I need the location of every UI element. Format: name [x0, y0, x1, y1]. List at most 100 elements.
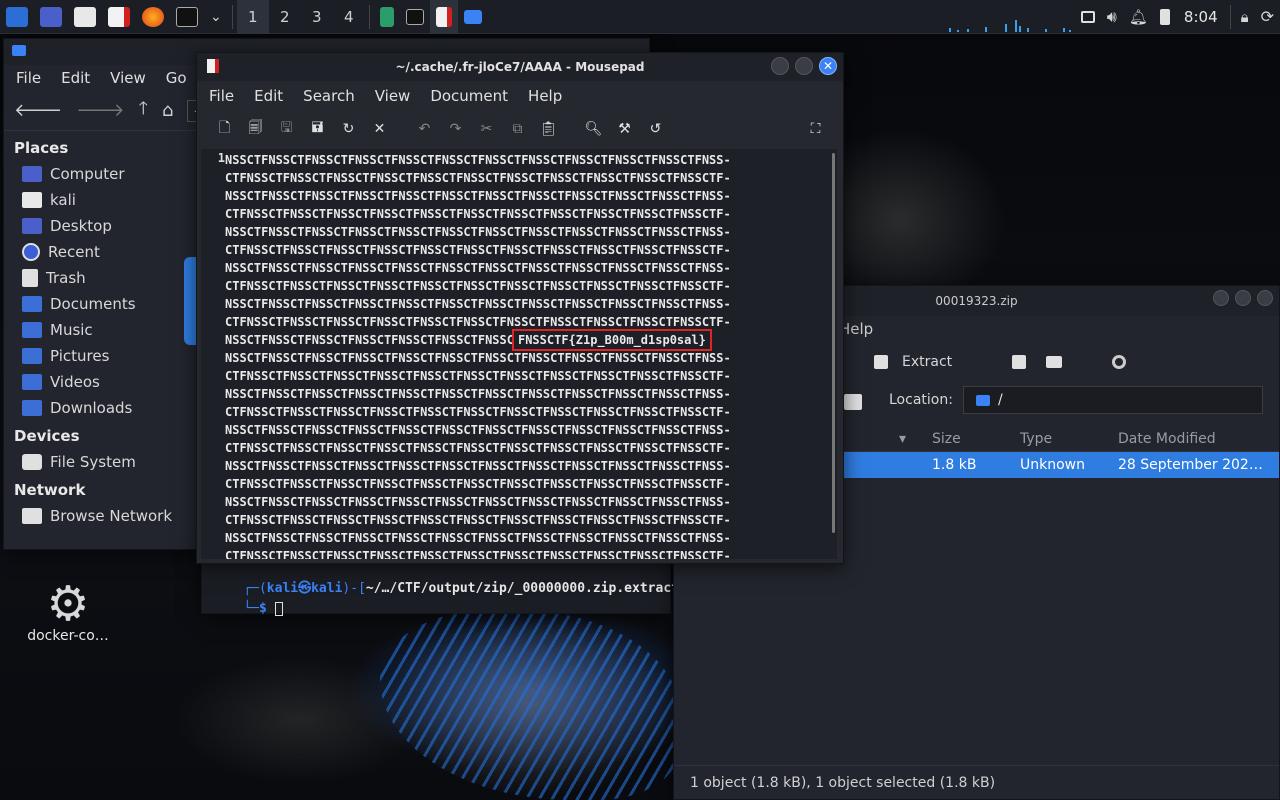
workspace-1[interactable]: 1: [236, 0, 269, 34]
close-document-icon[interactable]: ✕: [364, 115, 395, 143]
sidebar-item-desktop[interactable]: Desktop: [4, 213, 176, 239]
go-to-line-icon[interactable]: ↺: [640, 115, 671, 143]
desktop-icon-docker-compose[interactable]: ⚙ docker-co…: [18, 580, 118, 644]
column-date-modified[interactable]: Date Modified: [1116, 431, 1216, 447]
fullscreen-icon[interactable]: ⛶: [800, 115, 831, 143]
folder-icon: [844, 394, 862, 410]
sidebar-item-downloads[interactable]: Downloads: [4, 395, 176, 421]
task-files[interactable]: [458, 0, 488, 34]
sidebar-item-label: Browse Network: [50, 507, 173, 525]
folder-icon: [975, 394, 990, 406]
flag-highlight: FNSSCTF{Z1p_B00m_d1sp0sal}: [511, 329, 712, 351]
home-icon[interactable]: ⌂: [162, 100, 173, 121]
menu-search[interactable]: Search: [303, 87, 355, 105]
workspace-2[interactable]: 2: [269, 8, 301, 26]
save-as-icon[interactable]: 🖬: [302, 115, 333, 143]
desktop-icon: [40, 6, 62, 27]
battery-button[interactable]: [1154, 0, 1176, 34]
minimize-button[interactable]: [771, 57, 789, 75]
extract-button[interactable]: Extract: [874, 354, 952, 370]
new-document-icon[interactable]: 🗋: [209, 115, 240, 143]
location-field[interactable]: /: [962, 386, 1263, 414]
sidebar-item-browse-network[interactable]: Browse Network: [4, 503, 176, 529]
panel-clock[interactable]: 8:04: [1176, 8, 1226, 26]
workspace-4[interactable]: 4: [333, 8, 365, 26]
menu-document[interactable]: Document: [430, 87, 508, 105]
text-editor-area[interactable]: 1 NSSCTFNSSCTFNSSCTFNSSCTFNSSCTFNSSCTFNS…: [201, 149, 837, 559]
lock-screen-button[interactable]: 🔒︎: [1235, 0, 1255, 34]
menu-view[interactable]: View: [110, 69, 146, 87]
sidebar-item-file-system[interactable]: File System: [4, 449, 176, 475]
column-type[interactable]: Type: [1016, 431, 1116, 447]
sidebar-item-trash[interactable]: Trash: [4, 265, 176, 291]
sidebar-item-computer[interactable]: Computer: [4, 161, 176, 187]
copy-icon[interactable]: ⧉: [502, 115, 533, 143]
close-button[interactable]: ✕: [819, 57, 837, 75]
sidebar-item-music[interactable]: Music: [4, 317, 176, 343]
terminal-cursor: [274, 601, 283, 616]
sidebar-item-pictures[interactable]: Pictures: [4, 343, 176, 369]
new-window-icon[interactable]: 🗐: [240, 115, 271, 143]
save-icon[interactable]: 🖫: [271, 115, 302, 143]
add-file-icon[interactable]: [1012, 355, 1027, 369]
task-mousepad[interactable]: [429, 0, 458, 34]
maximize-button[interactable]: [795, 57, 813, 75]
editor-launcher[interactable]: [102, 0, 136, 34]
add-folder-icon[interactable]: [1046, 356, 1063, 368]
firefox-icon: [142, 6, 164, 27]
vertical-scrollbar[interactable]: [832, 153, 835, 533]
menu-view[interactable]: View: [375, 87, 411, 105]
launcher-dropdown[interactable]: ⌄: [204, 0, 228, 34]
toolbar-spacer: [395, 115, 409, 143]
search-icon[interactable]: 🔍︎: [578, 115, 609, 143]
kali-menu-button[interactable]: [0, 0, 34, 34]
undo-icon[interactable]: ↶: [409, 115, 440, 143]
notification-bell-button[interactable]: 🔔︎: [1123, 0, 1154, 34]
show-desktop-button[interactable]: [34, 0, 68, 34]
sidebar-item-recent[interactable]: Recent: [4, 239, 176, 265]
menu-help[interactable]: Help: [839, 320, 873, 338]
text-editor-icon: [435, 6, 452, 27]
notifications-area-button[interactable]: [1075, 0, 1101, 34]
mousepad-titlebar: ~/.cache/.fr-jloCe7/AAAA - Mousepad ✕: [197, 53, 843, 81]
paste-icon[interactable]: 📋︎: [533, 115, 564, 143]
menu-edit[interactable]: Edit: [254, 87, 283, 105]
text-line: NSSCTFNSSCTFNSSCTFNSSCTFNSSCTFNSSCTFNSSC…: [225, 189, 731, 203]
reload-icon[interactable]: ↻: [333, 115, 364, 143]
menu-go[interactable]: Go: [166, 69, 187, 87]
menu-file[interactable]: File: [209, 87, 234, 105]
back-arrow-icon[interactable]: 🡐: [14, 100, 62, 121]
archive-title: 00019323.zip: [935, 294, 1018, 308]
volume-button[interactable]: 🔊︎: [1101, 0, 1123, 34]
devices-header: Devices: [14, 427, 80, 445]
menu-edit[interactable]: Edit: [61, 69, 90, 87]
column-size[interactable]: Size: [916, 431, 1016, 447]
task-terminal[interactable]: [400, 0, 430, 34]
sidebar-item-documents[interactable]: Documents: [4, 291, 176, 317]
workspace-3[interactable]: 3: [301, 8, 333, 26]
menu-file[interactable]: File: [16, 69, 41, 87]
find-replace-icon[interactable]: ⚒: [609, 115, 640, 143]
terminal-launcher[interactable]: [170, 0, 204, 34]
close-button[interactable]: [1257, 290, 1273, 306]
up-arrow-icon[interactable]: 🡑: [139, 96, 148, 126]
sidebar-item-videos[interactable]: Videos: [4, 369, 176, 395]
logout-button[interactable]: ⟳: [1255, 0, 1280, 34]
gear-icon: ⚙: [46, 576, 90, 632]
maximize-button[interactable]: [1235, 290, 1251, 306]
sidebar-item-kali[interactable]: kali: [4, 187, 176, 213]
task-archive[interactable]: [374, 0, 400, 34]
close-icon: ✕: [822, 59, 834, 73]
forward-arrow-icon[interactable]: 🡒: [76, 100, 124, 121]
redo-icon[interactable]: ↷: [440, 115, 471, 143]
toolbar-spacer: [564, 115, 578, 143]
chevron-down-icon: ⌄: [210, 8, 222, 25]
stop-icon[interactable]: [1112, 355, 1127, 369]
firefox-launcher[interactable]: [136, 0, 170, 34]
minimize-button[interactable]: [1213, 290, 1229, 306]
window-title: ~/.cache/.fr-jloCe7/AAAA - Mousepad: [395, 60, 645, 74]
panel-separator: [231, 4, 233, 29]
menu-help[interactable]: Help: [528, 87, 562, 105]
cut-icon[interactable]: ✂: [471, 115, 502, 143]
files-launcher[interactable]: [68, 0, 102, 34]
